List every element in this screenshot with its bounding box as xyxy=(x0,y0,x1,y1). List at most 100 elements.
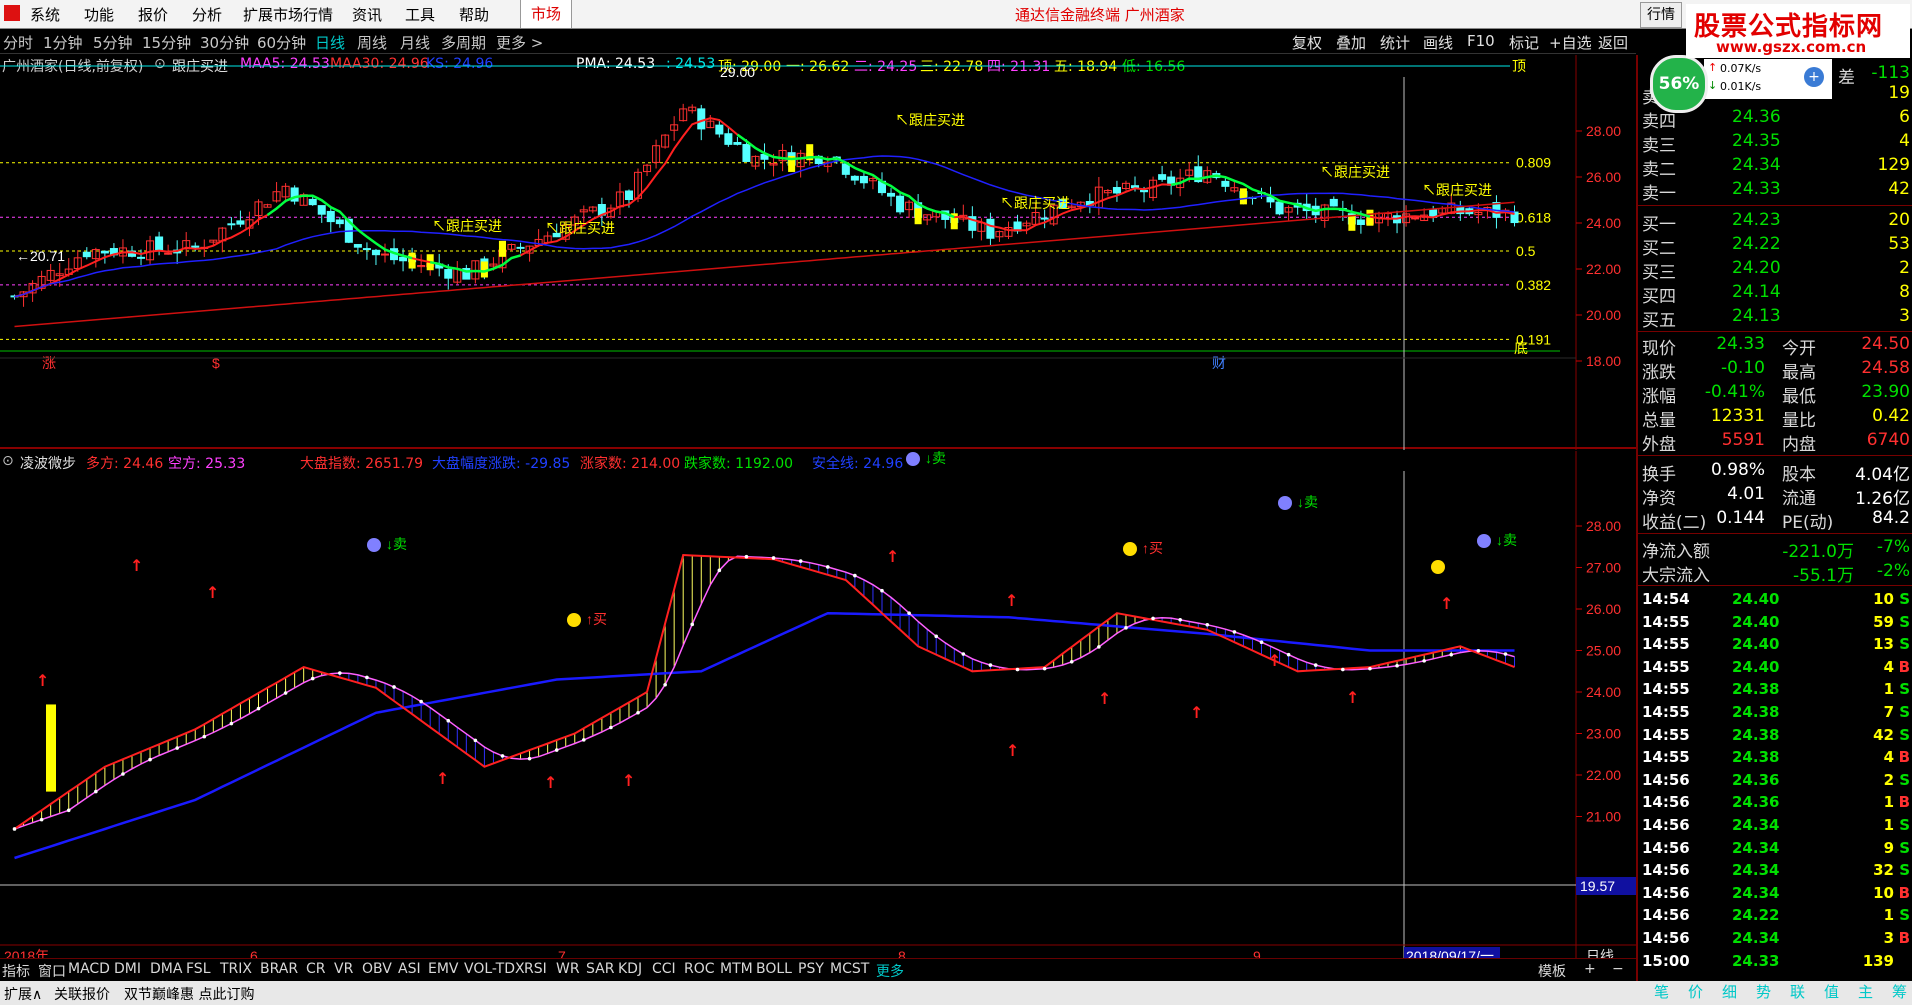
menu-analysis[interactable]: 分析 xyxy=(192,4,222,25)
indicator-tab-7[interactable]: BRAR xyxy=(260,961,298,977)
period-weekly[interactable]: 周线 xyxy=(357,32,387,53)
tick-direction: S xyxy=(1899,635,1910,654)
period-15min[interactable]: 15分钟 xyxy=(142,32,191,53)
toolbar-f10[interactable]: F10 xyxy=(1467,32,1495,50)
bid-row[interactable]: 买五 24.13 3 xyxy=(1642,306,1910,331)
up-arrow-icon: ↑ xyxy=(1098,689,1111,708)
linked-quote-button[interactable]: 关联报价 xyxy=(54,984,110,1004)
indicator-tab-21[interactable]: BOLL xyxy=(756,961,792,977)
tick-volume: 9 xyxy=(1883,838,1894,857)
tick-time: 15:00 xyxy=(1642,951,1690,970)
bid-price: 24.22 xyxy=(1732,234,1781,254)
quote-panel-tab-0[interactable]: 笔 xyxy=(1654,981,1669,1002)
indicator-tab-12[interactable]: EMV xyxy=(428,961,459,977)
indicator-tab-17[interactable]: KDJ xyxy=(618,961,642,977)
indicator-tab-14[interactable]: RSI xyxy=(524,961,547,977)
indicator-tab-3[interactable]: DMI xyxy=(114,961,141,977)
period-1min[interactable]: 1分钟 xyxy=(43,32,83,53)
smile-icon xyxy=(1123,542,1137,556)
sub-y-tick-label: 26.00 xyxy=(1586,601,1621,617)
period-monthly[interactable]: 月线 xyxy=(400,32,430,53)
bid-row[interactable]: 买三 24.20 2 xyxy=(1642,258,1910,283)
tick-row: 14:56 24.34 10 B xyxy=(1642,884,1910,906)
toolbar-overlay[interactable]: 叠加 xyxy=(1336,32,1366,53)
quote-panel-tab-7[interactable]: 筹 xyxy=(1892,981,1907,1002)
indicator-right-2[interactable]: − xyxy=(1612,961,1624,977)
candle-body xyxy=(1040,217,1049,220)
indicator-bar: 指标 窗口 MACD DMI DMA FSL TRIX BRAR CR VR OBV ASI EMV VO… xyxy=(0,958,1636,981)
add-icon[interactable]: + xyxy=(1804,67,1824,87)
period-30min[interactable]: 30分钟 xyxy=(200,32,249,53)
indicator-tab-8[interactable]: CR xyxy=(306,961,326,977)
toolbar-adjust[interactable]: 复权 xyxy=(1292,32,1322,53)
tick-direction: B xyxy=(1898,883,1910,902)
indicator-tab-15[interactable]: WR xyxy=(556,961,580,977)
period-intraday[interactable]: 分时 xyxy=(3,32,33,53)
menu-function[interactable]: 功能 xyxy=(84,4,114,25)
indicator-tab-9[interactable]: VR xyxy=(334,961,353,977)
toolbar-add-watchlist[interactable]: +自选 xyxy=(1549,32,1592,53)
ask-row[interactable]: 卖三 24.35 4 xyxy=(1642,131,1910,156)
tick-price: 24.40 xyxy=(1732,657,1780,676)
menu-news[interactable]: 资讯 xyxy=(352,4,382,25)
indicator-tab-23[interactable]: MCST xyxy=(830,961,869,977)
stat2-row: 收益(二) 0.144 PE(动) 84.2 xyxy=(1642,508,1910,533)
indicator-tab-6[interactable]: TRIX xyxy=(220,961,252,977)
kong-dot xyxy=(744,554,749,559)
period-60min[interactable]: 60分钟 xyxy=(257,32,306,53)
indicator-tab-1[interactable]: 窗口 xyxy=(38,961,66,981)
toolbar-back[interactable]: 返回 xyxy=(1598,32,1628,53)
candle-body xyxy=(1112,187,1121,194)
quote-panel-tab-4[interactable]: 联 xyxy=(1790,981,1805,1002)
tick-time: 14:56 xyxy=(1642,793,1690,812)
expand-button[interactable]: 扩展∧ xyxy=(4,984,42,1004)
indicator-tab-0[interactable]: 指标 xyxy=(2,961,30,981)
quote-panel-tab-6[interactable]: 主 xyxy=(1858,981,1873,1002)
market-tab[interactable]: 市场 xyxy=(520,0,572,28)
promo-link[interactable]: 双节巅峰惠 点此订购 xyxy=(124,984,254,1004)
menu-system[interactable]: 系统 xyxy=(30,4,60,25)
candle-body xyxy=(371,249,380,256)
indicator-tab-22[interactable]: PSY xyxy=(798,961,824,977)
period-multi[interactable]: 多周期 xyxy=(441,32,486,53)
bid-row[interactable]: 买四 24.14 8 xyxy=(1642,282,1910,307)
indicator-tab-19[interactable]: ROC xyxy=(684,961,715,977)
menu-tools[interactable]: 工具 xyxy=(405,4,435,25)
fib-label: 0.382 xyxy=(1516,277,1551,293)
indicator-right-1[interactable]: + xyxy=(1584,961,1596,977)
indicator-tab-20[interactable]: MTM xyxy=(720,961,753,977)
bid-row[interactable]: 买二 24.22 53 xyxy=(1642,234,1910,259)
quote-panel-tab-1[interactable]: 价 xyxy=(1688,981,1703,1002)
toolbar-stats[interactable]: 统计 xyxy=(1380,32,1410,53)
ask-row[interactable]: 卖二 24.34 129 xyxy=(1642,155,1910,180)
main-kline-chart[interactable]: 广州酒家(日线,前复权) ⊙ 跟庄买进 MAA5: 24.53 MAA30: 2… xyxy=(0,55,1636,450)
indicator-tab-10[interactable]: OBV xyxy=(362,961,392,977)
quote-panel-tab-3[interactable]: 势 xyxy=(1756,981,1771,1002)
bid-price: 24.14 xyxy=(1732,282,1781,302)
menu-extended-market[interactable]: 扩展市场行情 xyxy=(243,4,333,25)
ask-row[interactable]: 卖一 24.33 42 xyxy=(1642,179,1910,204)
toolbar-draw[interactable]: 画线 xyxy=(1423,32,1453,53)
quote-panel-tab-2[interactable]: 细 xyxy=(1722,981,1737,1002)
period-daily[interactable]: 日线 xyxy=(315,32,345,53)
menu-quote[interactable]: 报价 xyxy=(138,4,168,25)
kong-dot xyxy=(934,634,939,639)
indicator-tab-24[interactable]: 更多 xyxy=(876,961,904,981)
indicator-tab-18[interactable]: CCI xyxy=(652,961,676,977)
indicator-right-0[interactable]: 模板 xyxy=(1538,961,1566,981)
period-more[interactable]: 更多 > xyxy=(496,32,543,53)
indicator-tab-5[interactable]: FSL xyxy=(186,961,211,977)
sub-indicator-chart[interactable]: ⊙ 凌波微步 多方: 24.46 空方: 25.33 大盘指数: 2651.79… xyxy=(0,451,1636,971)
indicator-tab-11[interactable]: ASI xyxy=(398,961,421,977)
period-5min[interactable]: 5分钟 xyxy=(93,32,133,53)
indicator-tab-16[interactable]: SAR xyxy=(586,961,614,977)
toolbar-mark[interactable]: 标记 xyxy=(1509,32,1539,53)
indicator-tab-2[interactable]: MACD xyxy=(68,961,110,977)
quote-button[interactable]: 行情 xyxy=(1640,2,1682,28)
indicator-tab-4[interactable]: DMA xyxy=(150,961,182,977)
quote-panel-tab-5[interactable]: 值 xyxy=(1824,981,1839,1002)
indicator-tab-13[interactable]: VOL-TDX xyxy=(464,961,525,977)
menu-help[interactable]: 帮助 xyxy=(459,4,489,25)
tick-row: 14:55 24.38 7 S xyxy=(1642,703,1910,725)
bid-row[interactable]: 买一 24.23 20 xyxy=(1642,210,1910,235)
